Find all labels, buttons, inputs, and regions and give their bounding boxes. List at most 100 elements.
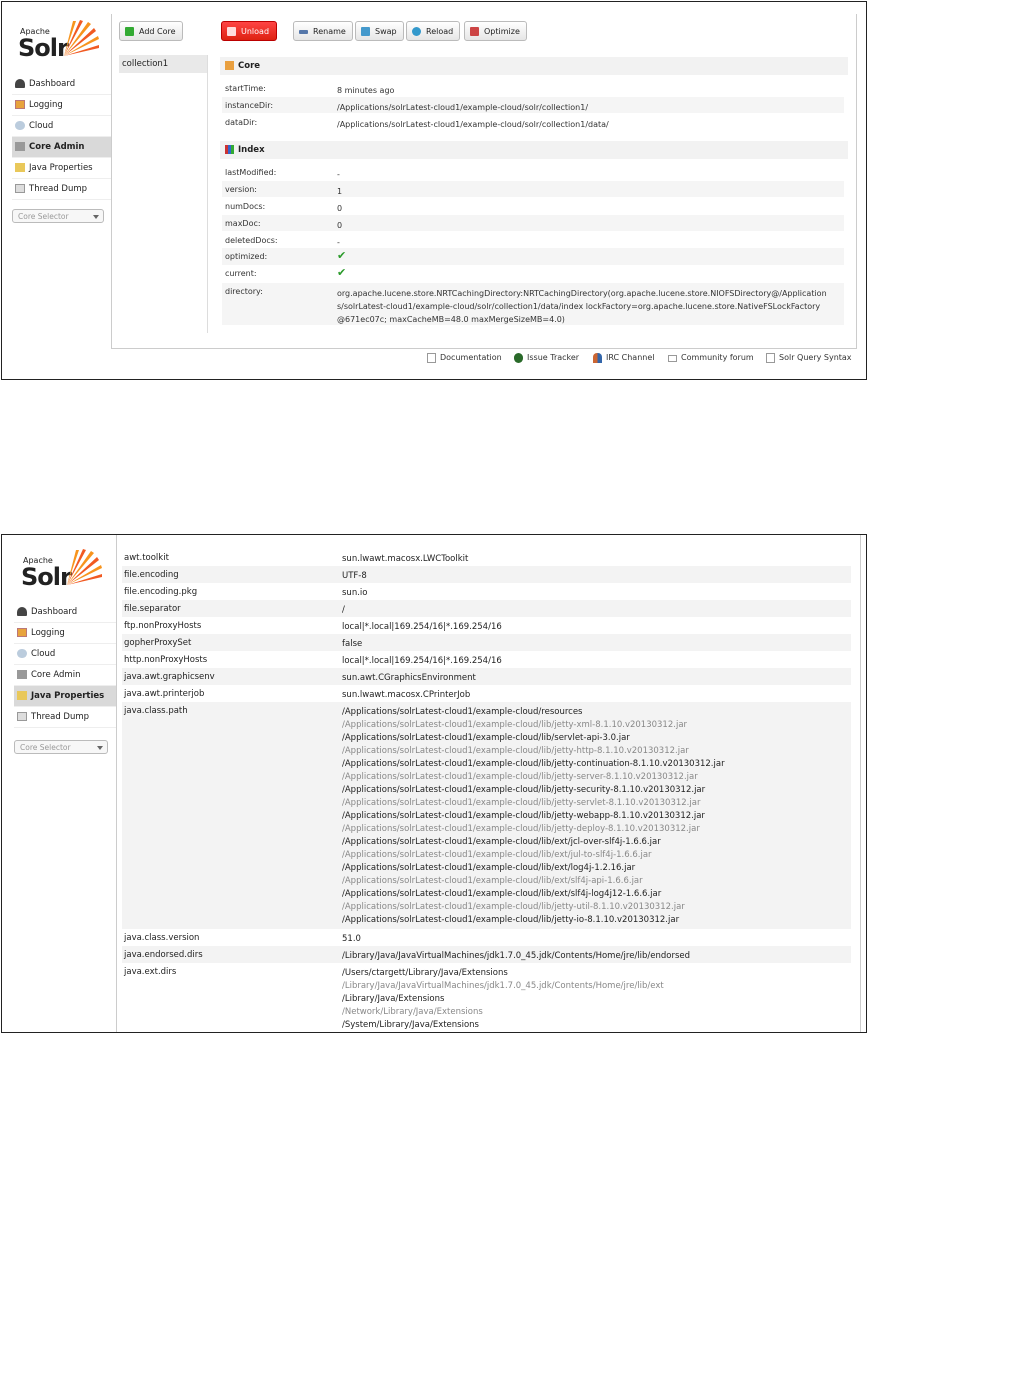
footer-query-syntax-link[interactable]: Solr Query Syntax — [766, 351, 852, 365]
nav-core-admin[interactable]: Core Admin — [14, 665, 116, 686]
property-row: java.ext.dirs/Users/ctargett/Library/Jav… — [122, 963, 851, 1032]
rename-button[interactable]: Rename — [293, 21, 353, 41]
core-section-header: Core — [220, 57, 848, 75]
index-section-title: Index — [238, 145, 265, 155]
property-value: /Applications/solrLatest-cloud1/example-… — [342, 733, 630, 743]
nav-dashboard-label: Dashboard — [29, 79, 76, 89]
core-list-item[interactable]: collection1 — [119, 55, 207, 73]
nav-thread-dump[interactable]: Thread Dump — [14, 707, 116, 728]
nav-cloud[interactable]: Cloud — [14, 644, 116, 665]
nav-dashboard[interactable]: Dashboard — [14, 602, 116, 623]
bug-icon — [514, 353, 523, 363]
core-selector[interactable]: Core Selector — [12, 209, 104, 223]
property-value: /Applications/solrLatest-cloud1/example-… — [342, 759, 725, 769]
nav-dashboard-label: Dashboard — [31, 607, 78, 617]
property-value: /Applications/solrLatest-cloud1/example-… — [342, 837, 661, 847]
add-icon — [125, 27, 134, 36]
reload-icon — [412, 27, 421, 36]
nav-dashboard[interactable]: Dashboard — [12, 74, 112, 95]
footer-community-forum-label: Community forum — [681, 353, 754, 362]
nav-cloud[interactable]: Cloud — [12, 116, 112, 137]
nav-thread-dump-label: Thread Dump — [29, 184, 88, 194]
reload-button[interactable]: Reload — [406, 21, 460, 41]
core-selector[interactable]: Core Selector — [14, 740, 108, 754]
solr-sunburst-icon — [64, 20, 99, 56]
property-value: local|*.local|169.254/16|*.169.254/16 — [342, 622, 502, 632]
solr-logo[interactable]: Apache Solr — [18, 18, 102, 64]
index-row-value: - — [337, 170, 340, 179]
swap-button[interactable]: Swap — [355, 21, 404, 41]
nav-java-properties[interactable]: Java Properties — [12, 158, 112, 179]
index-row-value: 0 — [337, 204, 343, 213]
property-value: /Library/Java/JavaVirtualMachines/jdk1.7… — [342, 951, 691, 961]
chevron-down-icon — [97, 746, 103, 750]
property-row: java.class.version 51.0 — [122, 929, 851, 946]
property-value: /Network/Library/Java/Extensions — [342, 1007, 483, 1017]
index-row-key: numDocs: — [225, 202, 266, 211]
solr-logo[interactable]: Apache Solr — [21, 547, 105, 593]
property-row: java.endorsed.dirs/Library/Java/JavaVirt… — [122, 946, 851, 963]
nav-java-properties-label: Java Properties — [29, 163, 93, 173]
index-row-key: directory: — [225, 287, 263, 296]
nav-logging-label: Logging — [31, 628, 65, 638]
property-value: /Applications/solrLatest-cloud1/example-… — [342, 746, 689, 756]
index-row-value: org.apache.lucene.store.NRTCachingDirect… — [337, 289, 827, 324]
property-key: http.nonProxyHosts — [124, 655, 208, 665]
property-value: /Library/Java/Extensions — [342, 994, 445, 1004]
nav-cloud-label: Cloud — [29, 121, 54, 131]
property-value: /Applications/solrLatest-cloud1/example-… — [342, 772, 698, 782]
property-values: sun.io — [342, 587, 367, 600]
index-row: directory: org.apache.lucene.store.NRTCac… — [222, 283, 844, 325]
core-row-value: 8 minutes ago — [337, 86, 395, 95]
property-value: sun.lwawt.macosx.LWCToolkit — [342, 554, 469, 564]
property-value: /Applications/solrLatest-cloud1/example-… — [342, 876, 643, 886]
nav-core-admin[interactable]: Core Admin — [12, 137, 112, 158]
unload-label: Unload — [241, 27, 270, 36]
solr-sunburst-icon — [67, 549, 102, 585]
property-values: sun.lwawt.macosx.CPrinterJob — [342, 689, 470, 702]
property-row: gopherProxySet false — [122, 634, 851, 651]
nav-logging[interactable]: Logging — [14, 623, 116, 644]
core-row: dataDir: /Applications/solrLatest-cloud1/… — [222, 114, 844, 130]
property-value: /Applications/solrLatest-cloud1/example-… — [342, 850, 652, 860]
index-row: deletedDocs: - — [222, 232, 844, 248]
add-core-button[interactable]: Add Core — [119, 21, 183, 41]
optimize-label: Optimize — [484, 27, 520, 36]
property-values: /Users/ctargett/Library/Java/Extensions /… — [342, 967, 664, 1032]
property-value: sun.io — [342, 588, 368, 598]
core-icon — [225, 61, 234, 70]
footer-issue-tracker-link[interactable]: Issue Tracker — [514, 351, 579, 365]
property-values: / — [342, 604, 345, 617]
nav-java-properties[interactable]: Java Properties — [14, 686, 116, 707]
property-value: /Applications/solrLatest-cloud1/example-… — [342, 863, 636, 873]
core-row-key: startTime: — [225, 84, 266, 93]
core-selector-label: Core Selector — [18, 212, 69, 221]
core-row-value: /Applications/solrLatest-cloud1/example-… — [337, 103, 589, 112]
unload-button[interactable]: Unload — [221, 21, 277, 41]
property-row: java.awt.printerjob sun.lwawt.macosx.CPri… — [122, 685, 851, 702]
dashboard-icon — [17, 607, 27, 616]
nav-logging[interactable]: Logging — [12, 95, 112, 116]
property-key: java.ext.dirs — [124, 967, 177, 977]
dashboard-icon — [15, 79, 25, 88]
footer-documentation-link[interactable]: Documentation — [427, 351, 502, 365]
footer-irc-channel-link[interactable]: IRC Channel — [593, 351, 655, 365]
footer-community-forum-link[interactable]: Community forum — [668, 351, 754, 365]
query-syntax-icon — [766, 353, 775, 363]
property-value: /Applications/solrLatest-cloud1/example-… — [342, 902, 685, 912]
property-row: file.encoding.pkg sun.io — [122, 583, 851, 600]
footer-documentation-label: Documentation — [440, 353, 502, 362]
core-row-value: /Applications/solrLatest-cloud1/example-… — [337, 120, 609, 129]
property-value: /Applications/solrLatest-cloud1/example-… — [342, 720, 688, 730]
property-row: awt.toolkit sun.lwawt.macosx.LWCToolkit — [122, 549, 851, 566]
property-key: awt.toolkit — [124, 553, 169, 563]
index-row: maxDoc: 0 — [222, 215, 844, 231]
mail-icon — [668, 355, 677, 362]
nav-thread-dump[interactable]: Thread Dump — [12, 179, 112, 200]
optimize-button[interactable]: Optimize — [464, 21, 527, 41]
property-row: java.awt.graphicsenv sun.awt.CGraphicsEnv… — [122, 668, 851, 685]
property-value: local|*.local|169.254/16|*.169.254/16 — [342, 656, 502, 666]
property-value: UTF-8 — [342, 571, 367, 581]
index-row-value: 1 — [337, 187, 343, 196]
property-key: java.endorsed.dirs — [124, 950, 203, 960]
